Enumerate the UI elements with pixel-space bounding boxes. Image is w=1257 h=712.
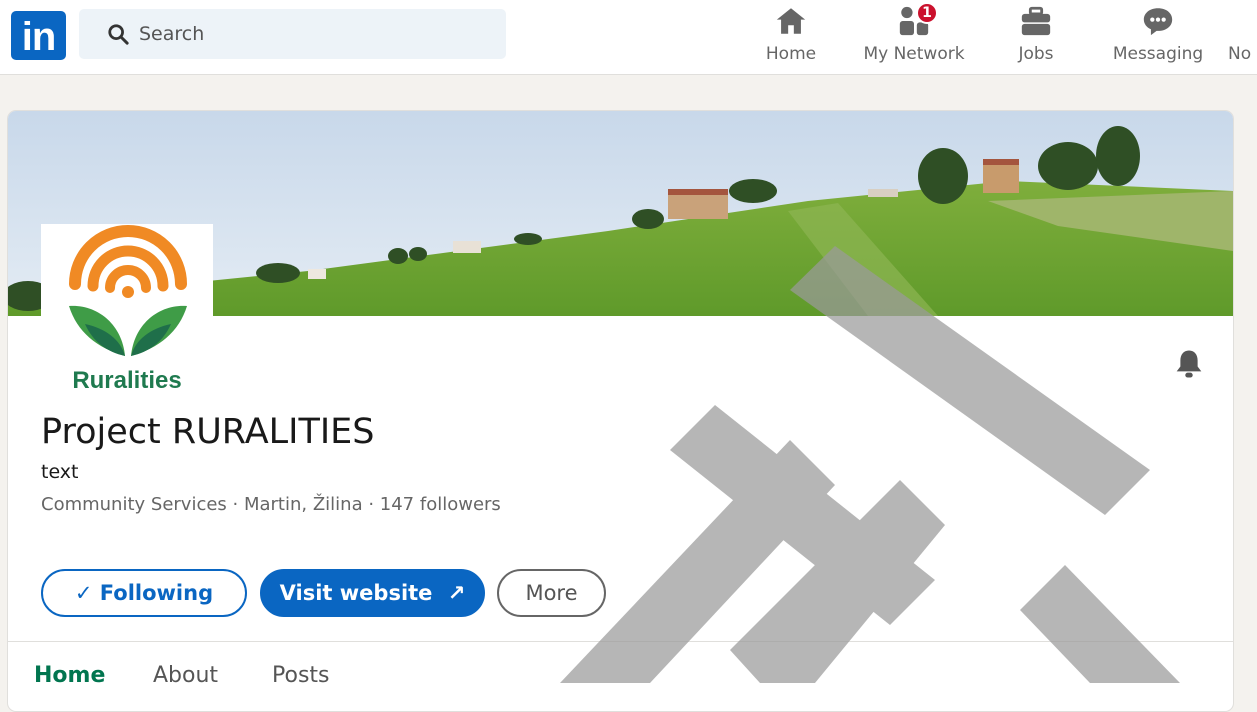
top-nav: in Search Home 1 My Network Jobs Messagi… (0, 0, 1257, 75)
company-name: Project RURALITIES (41, 412, 375, 452)
nav-notifications-label: No (1228, 44, 1252, 64)
nav-messaging[interactable]: Messaging (1108, 4, 1208, 68)
nav-home-label: Home (765, 44, 817, 64)
nav-notifications[interactable]: No (1228, 4, 1257, 68)
company-logo-text: Ruralities (72, 367, 182, 394)
linkedin-logo[interactable]: in (11, 11, 66, 60)
messaging-icon (1143, 8, 1173, 36)
jobs-icon (1021, 6, 1051, 36)
company-logo[interactable]: Ruralities (41, 224, 213, 402)
nav-my-network-label: My Network (863, 44, 965, 64)
following-button[interactable]: ✓ Following (41, 569, 247, 617)
company-tagline: text (41, 461, 79, 483)
nav-jobs-label: Jobs (1018, 44, 1054, 64)
tab-about[interactable]: About (153, 663, 218, 688)
search-placeholder: Search (139, 23, 205, 45)
nav-messaging-label: Messaging (1112, 44, 1204, 64)
more-button-label: More (525, 581, 578, 605)
more-button[interactable]: More (497, 569, 606, 617)
nav-my-network[interactable]: 1 My Network (860, 2, 968, 68)
ruralities-logo-icon (69, 225, 187, 356)
search-icon (108, 24, 129, 45)
external-link-icon: ↗ (447, 581, 466, 605)
search-input[interactable]: Search (79, 9, 506, 59)
bell-icon[interactable] (1174, 348, 1204, 380)
company-profile-card: Ruralities Project RURALITIES text Commu… (7, 110, 1234, 712)
nav-home[interactable]: Home (761, 4, 821, 68)
tab-posts[interactable]: Posts (272, 663, 330, 688)
company-meta: Community Services · Martin, Žilina · 14… (41, 494, 501, 515)
notification-badge: 1 (916, 2, 938, 24)
visit-website-button[interactable]: Visit website ↗ (260, 569, 485, 617)
tabs-divider (8, 641, 1233, 642)
nav-jobs[interactable]: Jobs (1010, 4, 1062, 68)
visit-website-label: Visit website (279, 581, 433, 605)
following-button-label: ✓ Following (74, 581, 214, 605)
tab-home[interactable]: Home (34, 663, 105, 688)
home-icon (776, 8, 806, 34)
